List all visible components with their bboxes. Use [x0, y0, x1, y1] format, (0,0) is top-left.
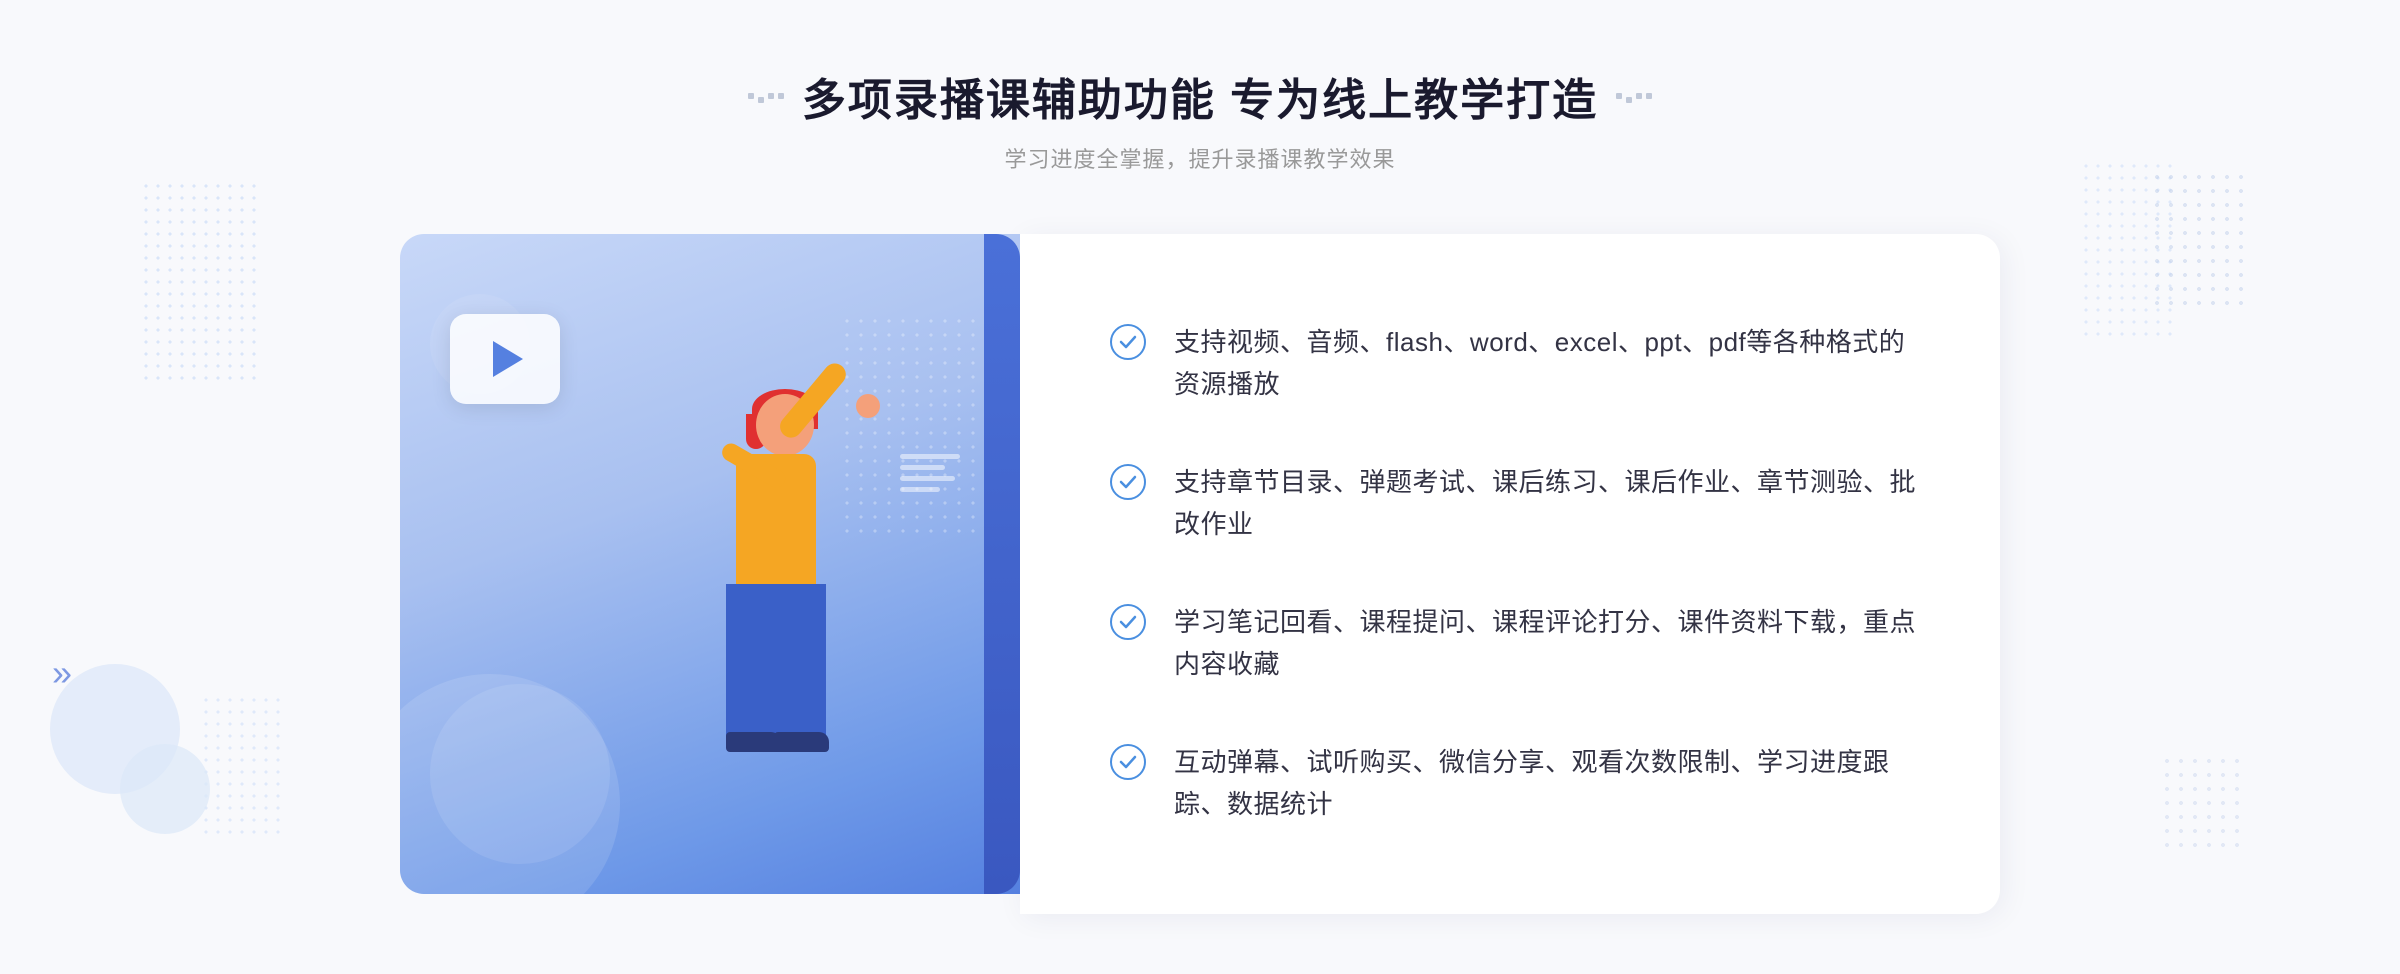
feature-text-3: 学习笔记回看、课程提问、课程评论打分、课件资料下载，重点内容收藏	[1174, 602, 1920, 685]
deco-circle-medium	[430, 684, 610, 864]
decorator-dot	[1626, 97, 1632, 103]
right-dots-deco	[2150, 170, 2250, 310]
check-icon-1	[1110, 324, 1146, 360]
main-title: 多项录播课辅助功能 专为线上教学打造	[802, 64, 1598, 128]
title-decorator-right	[1616, 89, 1652, 103]
feature-text-2: 支持章节目录、弹题考试、课后练习、课后作业、章节测验、批改作业	[1174, 462, 1920, 545]
check-icon-2	[1110, 464, 1146, 500]
illustration-figure	[626, 374, 906, 894]
decorator-dot	[758, 97, 764, 103]
check-icon-4	[1110, 744, 1146, 780]
feature-text-4: 互动弹幕、试听购买、微信分享、观看次数限制、学习进度跟踪、数据统计	[1174, 742, 1920, 825]
checkmark-svg	[1118, 612, 1138, 632]
check-circle	[1110, 744, 1146, 780]
content-area: 支持视频、音频、flash、word、excel、ppt、pdf等各种格式的资源…	[400, 234, 2000, 914]
play-triangle-icon	[493, 341, 523, 377]
checkmark-svg	[1118, 332, 1138, 352]
feature-item-1: 支持视频、音频、flash、word、excel、ppt、pdf等各种格式的资源…	[1110, 322, 1920, 405]
title-decorator-left	[748, 89, 784, 103]
stripes-decoration	[900, 454, 960, 492]
stripe	[900, 465, 945, 470]
decorator-dot	[748, 93, 754, 99]
stripe	[900, 454, 960, 459]
feature-item-3: 学习笔记回看、课程提问、课程评论打分、课件资料下载，重点内容收藏	[1110, 602, 1920, 685]
play-button-icon	[450, 314, 560, 404]
decorator-dot	[778, 93, 784, 99]
figure-shoe-right	[774, 732, 829, 752]
check-icon-3	[1110, 604, 1146, 640]
title-row: 多项录播课辅助功能 专为线上教学打造	[748, 64, 1652, 128]
check-circle	[1110, 464, 1146, 500]
decorator-dot	[1646, 93, 1652, 99]
checkmark-svg	[1118, 472, 1138, 492]
feature-item-2: 支持章节目录、弹题考试、课后练习、课后作业、章节测验、批改作业	[1110, 462, 1920, 545]
right-features-panel: 支持视频、音频、flash、word、excel、ppt、pdf等各种格式的资源…	[1020, 234, 2000, 914]
feature-item-4: 互动弹幕、试听购买、微信分享、观看次数限制、学习进度跟踪、数据统计	[1110, 742, 1920, 825]
stripe	[900, 487, 940, 492]
deco-circle-blue-sm	[120, 744, 210, 834]
decorator-dot	[1636, 93, 1642, 99]
page-wrapper: » 多项录播课辅助功能 专为线上教学打造 学习进度全掌握，提升录播课教学效果	[0, 0, 2400, 974]
check-circle	[1110, 604, 1146, 640]
stripe	[900, 476, 955, 481]
feature-text-1: 支持视频、音频、flash、word、excel、ppt、pdf等各种格式的资源…	[1174, 322, 1920, 405]
figure-hand-raised	[856, 394, 880, 418]
bg-dots-left	[140, 180, 260, 380]
figure-shoe-left	[726, 732, 781, 752]
right-dots-deco2	[2160, 754, 2240, 854]
checkmark-svg	[1118, 752, 1138, 772]
left-illustration-panel	[400, 234, 1020, 894]
blue-side-bar	[984, 234, 1020, 894]
header-section: 多项录播课辅助功能 专为线上教学打造 学习进度全掌握，提升录播课教学效果	[748, 64, 1652, 174]
bg-dots-bottom-left	[200, 694, 280, 834]
check-circle	[1110, 324, 1146, 360]
decorator-dot	[1616, 93, 1622, 99]
subtitle: 学习进度全掌握，提升录播课教学效果	[748, 142, 1652, 174]
figure-pants	[726, 584, 826, 744]
decorator-dot	[768, 93, 774, 99]
